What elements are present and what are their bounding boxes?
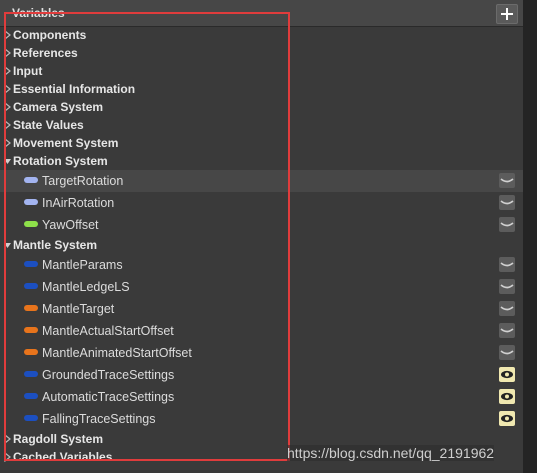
add-variable-button[interactable] bbox=[496, 4, 518, 24]
open-eye-icon[interactable] bbox=[499, 411, 515, 426]
variable-type-pill bbox=[24, 199, 38, 205]
variable-name: MantleParams bbox=[42, 258, 123, 272]
category-label: State Values bbox=[13, 118, 84, 132]
category-label: References bbox=[13, 46, 78, 60]
chevron-right-icon bbox=[4, 66, 12, 76]
variable-name: InAirRotation bbox=[42, 196, 115, 210]
category-label: Input bbox=[13, 64, 43, 78]
variable-row[interactable]: AutomaticTraceSettings bbox=[0, 386, 523, 408]
panel-title: Variables bbox=[12, 6, 65, 20]
closed-eye-icon[interactable] bbox=[499, 217, 515, 232]
variable-name: FallingTraceSettings bbox=[42, 412, 156, 426]
chevron-right-icon bbox=[4, 84, 12, 94]
variable-type-pill bbox=[24, 261, 38, 267]
category-label: Rotation System bbox=[13, 154, 108, 168]
variable-type-pill bbox=[24, 283, 38, 289]
open-eye-icon[interactable] bbox=[499, 389, 515, 404]
variable-type-pill bbox=[24, 177, 38, 183]
variable-row[interactable]: MantleLedgeLS bbox=[0, 276, 523, 298]
variable-type-pill bbox=[24, 221, 38, 227]
variable-name: MantleAnimatedStartOffset bbox=[42, 346, 192, 360]
category-references[interactable]: References bbox=[0, 44, 523, 62]
open-eye-icon[interactable] bbox=[499, 367, 515, 382]
category-input[interactable]: Input bbox=[0, 62, 523, 80]
closed-eye-icon[interactable] bbox=[499, 345, 515, 360]
variable-row[interactable]: MantleParams bbox=[0, 254, 523, 276]
variable-row[interactable]: MantleTarget bbox=[0, 298, 523, 320]
variable-name: MantleLedgeLS bbox=[42, 280, 130, 294]
variable-type-pill bbox=[24, 393, 38, 399]
chevron-right-icon bbox=[4, 30, 12, 40]
variable-row[interactable]: FallingTraceSettings bbox=[0, 408, 523, 430]
category-mantle-system[interactable]: Mantle System bbox=[0, 236, 523, 254]
closed-eye-icon[interactable] bbox=[499, 257, 515, 272]
closed-eye-icon[interactable] bbox=[499, 173, 515, 188]
category-rotation-system[interactable]: Rotation System bbox=[0, 152, 523, 170]
chevron-right-icon bbox=[4, 138, 12, 148]
variable-name: MantleTarget bbox=[42, 302, 115, 316]
category-components[interactable]: Components bbox=[0, 26, 523, 44]
variable-name: TargetRotation bbox=[42, 174, 124, 188]
variable-row[interactable]: MantleActualStartOffset bbox=[0, 320, 523, 342]
chevron-right-icon bbox=[4, 120, 12, 130]
variables-panel: Variables Components References Input Es… bbox=[0, 0, 523, 473]
category-label: Movement System bbox=[13, 136, 119, 150]
category-label: Cached Variables bbox=[13, 450, 113, 464]
category-label: Components bbox=[13, 28, 87, 42]
variables-header[interactable]: Variables bbox=[0, 0, 523, 27]
variable-row[interactable]: InAirRotation bbox=[0, 192, 523, 214]
chevron-right-icon bbox=[4, 48, 12, 58]
closed-eye-icon[interactable] bbox=[499, 301, 515, 316]
chevron-down-icon bbox=[4, 156, 12, 166]
variable-name: YawOffset bbox=[42, 218, 99, 232]
variable-row[interactable]: GroundedTraceSettings bbox=[0, 364, 523, 386]
variable-name: AutomaticTraceSettings bbox=[42, 390, 175, 404]
variable-type-pill bbox=[24, 415, 38, 421]
chevron-right-icon bbox=[4, 452, 12, 462]
chevron-right-icon bbox=[4, 434, 12, 444]
variable-row[interactable]: TargetRotation bbox=[0, 170, 523, 192]
variable-name: MantleActualStartOffset bbox=[42, 324, 174, 338]
category-movement-system[interactable]: Movement System bbox=[0, 134, 523, 152]
category-label: Camera System bbox=[13, 100, 104, 114]
variable-type-pill bbox=[24, 327, 38, 333]
vertical-scrollbar[interactable] bbox=[523, 0, 537, 473]
category-state-values[interactable]: State Values bbox=[0, 116, 523, 134]
chevron-right-icon bbox=[4, 102, 12, 112]
variable-type-pill bbox=[24, 349, 38, 355]
category-label: Ragdoll System bbox=[13, 432, 104, 446]
variable-row[interactable]: MantleAnimatedStartOffset bbox=[0, 342, 523, 364]
closed-eye-icon[interactable] bbox=[499, 279, 515, 294]
category-label: Essential Information bbox=[13, 82, 136, 96]
category-label: Mantle System bbox=[13, 238, 98, 252]
closed-eye-icon[interactable] bbox=[499, 323, 515, 338]
watermark: https://blog.csdn.net/qq_2191962 bbox=[287, 445, 495, 461]
variable-type-pill bbox=[24, 371, 38, 377]
variable-name: GroundedTraceSettings bbox=[42, 368, 175, 382]
category-camera-system[interactable]: Camera System bbox=[0, 98, 523, 116]
category-essential-information[interactable]: Essential Information bbox=[0, 80, 523, 98]
closed-eye-icon[interactable] bbox=[499, 195, 515, 210]
variables-tree: Components References Input Essential In… bbox=[0, 26, 523, 466]
variable-type-pill bbox=[24, 305, 38, 311]
variable-row[interactable]: YawOffset bbox=[0, 214, 523, 236]
chevron-down-icon bbox=[4, 240, 12, 250]
